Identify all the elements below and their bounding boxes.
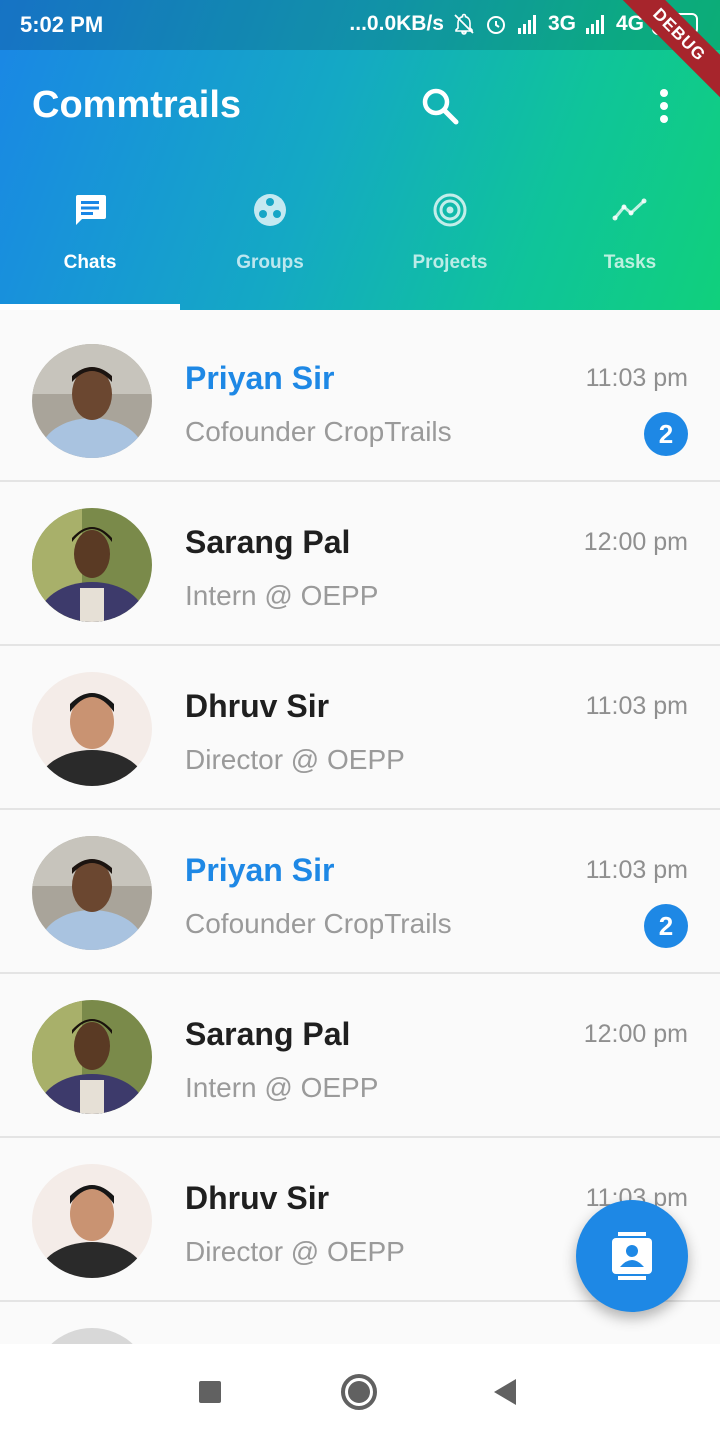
chat-row[interactable]: Priyan Sir Cofounder CropTrails 11:03 pm… — [0, 812, 720, 974]
unread-badge: 2 — [644, 412, 688, 456]
tab-label: Chats — [63, 252, 117, 273]
recents-button[interactable] — [199, 1381, 221, 1403]
chat-row[interactable]: Priyan Sir Cofounder CropTrails 11:03 pm… — [0, 320, 720, 482]
network-type-1: 3G — [547, 12, 576, 35]
tab-bar: Chats Groups Projects Tasks — [0, 180, 720, 310]
tab-indicator — [0, 304, 180, 310]
chat-subtitle: Director @ OEPP — [185, 1236, 405, 1267]
unread-badge: 2 — [644, 904, 688, 948]
chat-row[interactable]: Sarang Pal Intern @ OEPP 12:00 pm — [0, 976, 720, 1138]
chat-time: 12:00 pm — [583, 1020, 688, 1048]
search-icon — [422, 88, 459, 125]
avatar — [32, 344, 152, 458]
tab-tasks[interactable]: Tasks — [540, 180, 720, 310]
projects-icon — [433, 193, 467, 227]
notifications-off-icon — [454, 13, 474, 35]
tab-label: Groups — [236, 252, 304, 273]
signal-icon-2 — [585, 15, 604, 34]
chat-time: 11:03 pm — [585, 856, 688, 884]
chat-name: Priyan Sir — [185, 852, 335, 888]
contacts-fab[interactable] — [576, 1200, 688, 1312]
chat-time: 11:03 pm — [585, 364, 688, 392]
chat-name: Dhruv Sir — [185, 688, 330, 724]
status-bar: 5:02 PM ...0.0KB/s 3G 4G 46 — [0, 0, 720, 50]
chat-name: Priyan Sir — [185, 360, 335, 396]
tasks-icon — [612, 198, 647, 221]
signal-icon — [517, 15, 536, 34]
back-button[interactable] — [494, 1379, 516, 1405]
chat-name: Dhruv Sir — [185, 1180, 330, 1216]
tab-label: Tasks — [603, 252, 657, 273]
chat-subtitle: Cofounder CropTrails — [185, 416, 452, 447]
system-nav-bar — [0, 1344, 720, 1440]
home-button[interactable] — [341, 1374, 377, 1410]
more-options-button[interactable] — [640, 82, 688, 130]
tab-projects[interactable]: Projects — [360, 180, 540, 310]
chat-row[interactable]: Sarang Pal Intern @ OEPP 12:00 pm — [0, 484, 720, 646]
tab-groups[interactable]: Groups — [180, 180, 360, 310]
alarm-icon — [486, 16, 505, 34]
chat-row[interactable]: Dhruv Sir Director @ OEPP 11:03 pm — [0, 648, 720, 810]
chat-icon — [76, 195, 106, 225]
more-vert-icon — [660, 89, 668, 123]
avatar — [32, 836, 152, 950]
chat-subtitle: Intern @ OEPP — [185, 1072, 379, 1103]
app-header: 5:02 PM ...0.0KB/s 3G 4G 46 DEBUG Commtr… — [0, 0, 720, 310]
search-button[interactable] — [416, 82, 464, 130]
network-speed: ...0.0KB/s — [349, 12, 444, 35]
groups-icon — [254, 194, 286, 226]
avatar — [32, 508, 152, 622]
chat-subtitle: Intern @ OEPP — [185, 580, 379, 611]
contacts-icon — [612, 1232, 652, 1280]
avatar — [32, 672, 152, 786]
chat-time: 11:03 pm — [585, 692, 688, 720]
avatar — [32, 1000, 152, 1114]
app-title: Commtrails — [32, 84, 242, 126]
chat-name: Sarang Pal — [185, 1016, 351, 1052]
status-time: 5:02 PM — [20, 12, 104, 37]
avatar — [32, 1164, 152, 1278]
chat-subtitle: Cofounder CropTrails — [185, 908, 452, 939]
tab-label: Projects — [412, 252, 488, 273]
chat-name: Sarang Pal — [185, 524, 351, 560]
chat-subtitle: Director @ OEPP — [185, 744, 405, 775]
chat-time: 12:00 pm — [583, 528, 688, 556]
tab-chats[interactable]: Chats — [0, 180, 180, 310]
